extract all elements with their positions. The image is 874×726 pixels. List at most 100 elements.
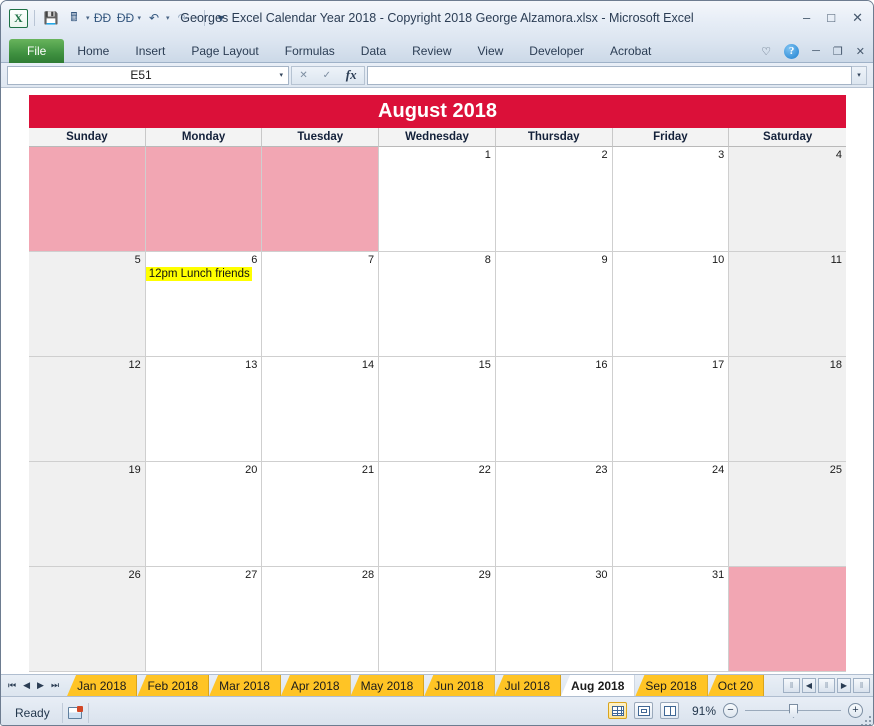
hscroll-left-button[interactable]: ◀ [802,678,816,693]
calendar-day-cell[interactable]: 31 [612,567,730,672]
minimize-workbook-button[interactable]: ─ [812,45,820,57]
zoom-level[interactable]: 91% [686,704,716,718]
hscroll-thumb[interactable]: ‖ [818,678,835,693]
calendar-day-cell[interactable]: 29 [379,567,496,672]
name-box-dropdown-icon[interactable]: ▾ [279,71,283,79]
sheet-tab-jan-2018[interactable]: Jan 2018 [67,675,138,696]
worksheet-area[interactable]: August 2018 Sunday Monday Tuesday Wednes… [1,87,873,674]
calendar-day-cell[interactable]: 13 [145,357,263,462]
calendar-day-cell[interactable]: 1 [379,147,496,252]
calendar-day-cell[interactable]: 10 [612,252,730,357]
previous-sheet-button[interactable]: ◀ [23,681,30,690]
close-button[interactable]: ✕ [852,11,863,24]
calendar-day-cell[interactable]: 17 [612,357,730,462]
page-break-icon [663,705,676,716]
calendar-day-cell[interactable]: 6 12pm Lunch friends [145,252,263,357]
next-sheet-button[interactable]: ▶ [37,681,44,690]
calendar-day-number: 22 [478,464,491,476]
zoom-slider-thumb[interactable] [789,704,798,718]
calendar-day-cell[interactable] [145,147,263,252]
insert-function-icon[interactable]: fx [346,67,357,83]
calendar-day-cell[interactable]: 3 [612,147,730,252]
calendar-day-cell[interactable]: 27 [145,567,263,672]
record-macro-icon[interactable] [63,702,89,723]
help-icon[interactable]: ? [784,43,800,59]
calendar-day-number: 7 [368,254,375,266]
first-sheet-button[interactable]: ⏮ [8,681,16,690]
page-break-preview-button[interactable] [660,702,679,719]
calendar-day-cell[interactable]: 26 [29,567,146,672]
tab-review[interactable]: Review [399,39,464,63]
calendar-week-row: 26 27 28 29 30 31 [29,567,846,672]
calendar-day-cell[interactable] [729,567,846,672]
name-box[interactable]: E51 ▾ [7,65,289,85]
calendar-day-cell[interactable]: 18 [729,357,846,462]
sheet-tab-jun-2018[interactable]: Jun 2018 [424,675,495,696]
restore-button[interactable]: □ [827,11,835,24]
sheet-tab-jul-2018[interactable]: Jul 2018 [494,675,562,696]
calendar-day-cell[interactable]: 22 [379,462,496,567]
calendar-day-cell[interactable]: 12 [29,357,146,462]
calendar-day-cell[interactable]: 5 [29,252,146,357]
calendar-day-cell[interactable]: 16 [495,357,613,462]
calendar-event[interactable]: 12pm Lunch friends [145,267,252,281]
cancel-formula-icon[interactable]: ✕ [299,70,307,81]
sheet-tab-feb-2018[interactable]: Feb 2018 [137,675,210,696]
last-sheet-button[interactable]: ⏭ [51,681,59,690]
calendar-day-number: 11 [830,254,842,266]
calendar-day-cell[interactable]: 25 [729,462,846,567]
normal-view-button[interactable] [608,702,627,719]
collapse-ribbon-icon[interactable]: ♡ [761,45,771,58]
calendar-day-header-row: Sunday Monday Tuesday Wednesday Thursday… [29,128,846,147]
sheet-tab-may-2018[interactable]: May 2018 [350,675,425,696]
formula-input[interactable] [367,65,852,85]
zoom-out-button[interactable]: − [723,703,738,718]
tab-acrobat[interactable]: Acrobat [597,39,664,63]
tab-formulas[interactable]: Formulas [272,39,348,63]
tab-file[interactable]: File [9,39,65,63]
day-header-monday: Monday [145,128,263,147]
window-title: Georges Excel Calendar Year 2018 - Copyr… [180,11,694,25]
status-right: 91% − + [608,702,863,719]
tab-developer[interactable]: Developer [516,39,597,63]
calendar-day-cell[interactable]: 15 [379,357,496,462]
hscroll-thumb-left[interactable]: ‖ [783,678,800,693]
resize-grip[interactable] [859,714,871,725]
sheet-tab-sep-2018[interactable]: Sep 2018 [635,675,708,696]
hscroll-thumb-right[interactable]: ‖ [853,678,870,693]
tab-home[interactable]: Home [64,39,122,63]
sheet-tab-apr-2018[interactable]: Apr 2018 [280,675,351,696]
calendar-day-cell[interactable]: 7 [262,252,380,357]
sheet-tab-oct-20[interactable]: Oct 20 [707,675,765,696]
calendar-day-cell[interactable]: 21 [262,462,380,567]
calendar-day-cell[interactable]: 8 [379,252,496,357]
hscroll-right-button[interactable]: ▶ [837,678,851,693]
calendar-day-cell[interactable] [262,147,380,252]
calendar-day-cell[interactable]: 4 [729,147,846,252]
calendar-day-cell[interactable]: 9 [495,252,613,357]
calendar-day-cell[interactable]: 2 [495,147,613,252]
expand-formula-bar-icon[interactable]: ▾ [852,65,867,85]
tab-view[interactable]: View [465,39,517,63]
sheet-tab-mar-2018[interactable]: Mar 2018 [209,675,281,696]
calendar-day-cell[interactable]: 23 [495,462,613,567]
calendar-day-cell[interactable]: 14 [262,357,380,462]
calendar-day-cell[interactable]: 30 [495,567,613,672]
calendar-day-cell[interactable]: 28 [262,567,380,672]
calendar-day-cell[interactable]: 20 [145,462,263,567]
calendar-day-cell[interactable] [29,147,146,252]
page-layout-view-button[interactable] [634,702,653,719]
restore-workbook-button[interactable]: ❐ [833,45,843,58]
zoom-slider[interactable] [745,703,841,718]
tab-data[interactable]: Data [348,39,399,63]
minimize-button[interactable]: – [803,11,810,24]
calendar-day-cell[interactable]: 24 [612,462,730,567]
tab-insert[interactable]: Insert [122,39,178,63]
horizontal-scrollbar[interactable]: ‖ ◀ ‖ ▶ ‖ [780,675,873,696]
enter-formula-icon[interactable]: ✓ [323,70,331,81]
sheet-tab-aug-2018[interactable]: Aug 2018 [561,675,636,696]
tab-page-layout[interactable]: Page Layout [178,39,271,63]
calendar-day-cell[interactable]: 19 [29,462,146,567]
close-workbook-button[interactable]: ✕ [856,45,865,58]
calendar-day-cell[interactable]: 11 [729,252,846,357]
